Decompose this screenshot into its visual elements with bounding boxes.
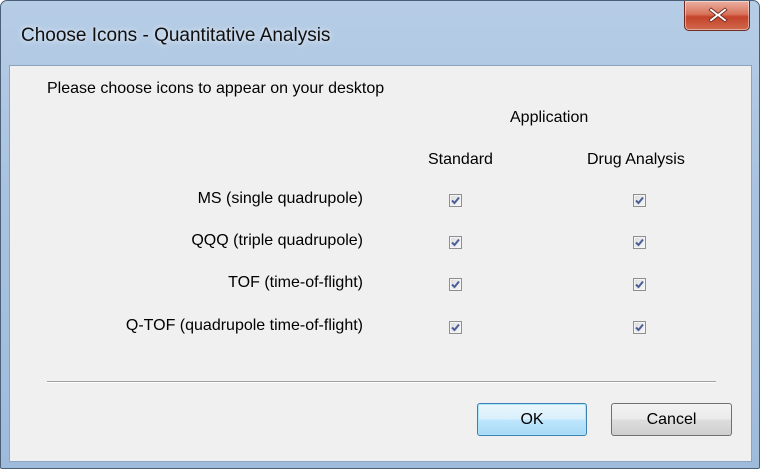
checkmark-icon <box>635 280 644 289</box>
drug-analysis-checkbox[interactable] <box>633 278 646 291</box>
application-group-header: Application <box>510 109 589 126</box>
checkmark-icon <box>451 323 460 332</box>
close-icon <box>708 7 728 23</box>
checkmark-icon <box>635 323 644 332</box>
separator <box>47 381 716 383</box>
checkmark-icon <box>635 196 644 205</box>
close-button[interactable] <box>684 1 750 31</box>
option-label: Q-TOF (quadrupole time-of-flight) <box>125 317 363 334</box>
title-bar[interactable]: Choose Icons - Quantitative Analysis <box>1 1 759 61</box>
checkmark-icon <box>635 238 644 247</box>
instruction-text: Please choose icons to appear on your de… <box>47 80 385 97</box>
window-title: Choose Icons - Quantitative Analysis <box>21 25 331 46</box>
checkmark-icon <box>451 238 460 247</box>
dialog-body: Please choose icons to appear on your de… <box>9 65 752 462</box>
cancel-button[interactable]: Cancel <box>611 403 732 436</box>
column-header-standard: Standard <box>428 151 493 168</box>
option-label: TOF (time-of-flight) <box>228 274 363 291</box>
drug-analysis-checkbox[interactable] <box>633 194 646 207</box>
option-label: QQQ (triple quadrupole) <box>191 232 363 249</box>
standard-checkbox[interactable] <box>449 321 462 334</box>
checkmark-icon <box>451 196 460 205</box>
drug-analysis-checkbox[interactable] <box>633 321 646 334</box>
checkmark-icon <box>451 280 460 289</box>
standard-checkbox[interactable] <box>449 278 462 291</box>
dialog-window: Choose Icons - Quantitative Analysis Ple… <box>0 0 760 469</box>
drug-analysis-checkbox[interactable] <box>633 236 646 249</box>
option-label: MS (single quadrupole) <box>197 190 363 207</box>
column-header-drug-analysis: Drug Analysis <box>587 151 685 168</box>
standard-checkbox[interactable] <box>449 194 462 207</box>
ok-button[interactable]: OK <box>477 403 587 436</box>
standard-checkbox[interactable] <box>449 236 462 249</box>
